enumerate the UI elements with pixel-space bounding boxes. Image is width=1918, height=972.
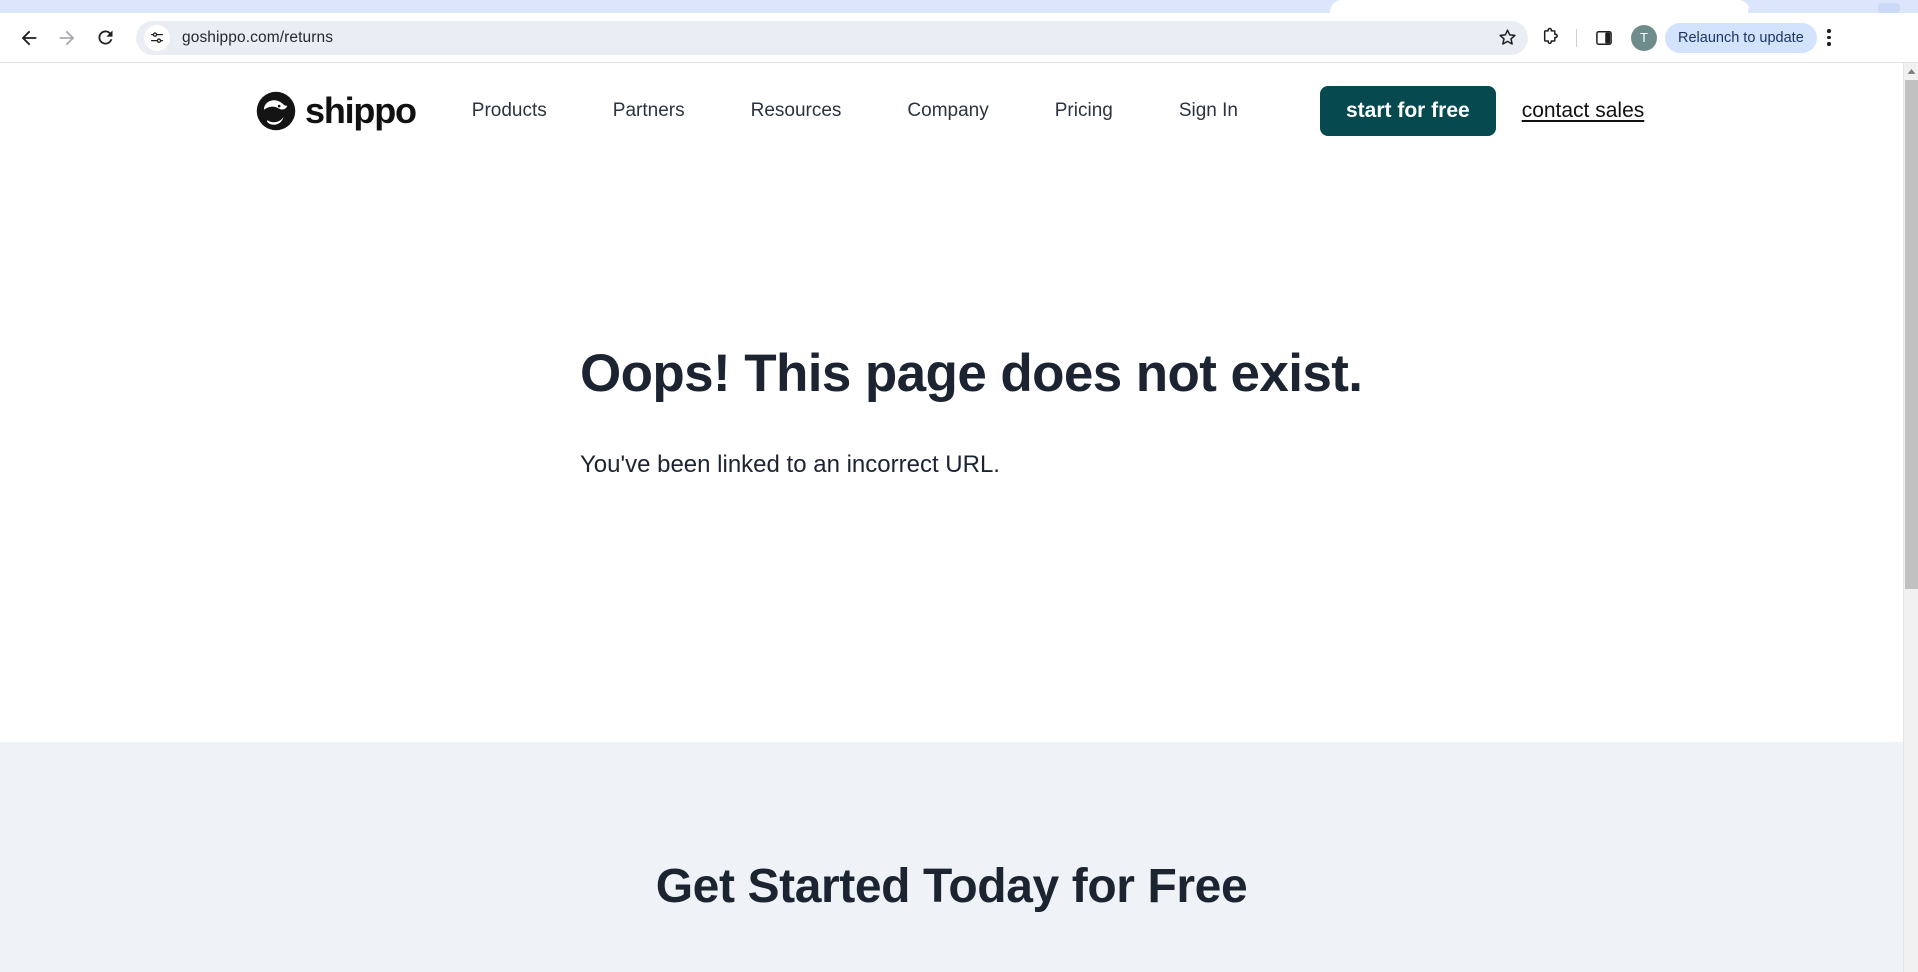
logo-wordmark: shippo [305, 90, 417, 131]
back-button[interactable] [10, 19, 48, 57]
star-icon [1498, 29, 1516, 45]
page-scrollbar[interactable] [1903, 63, 1918, 972]
nav-item-company[interactable]: Company [907, 92, 988, 130]
site-navigation: Products Partners Resources Company Pric… [472, 92, 1238, 130]
header-cta-group: start for free contact sales [1319, 86, 1645, 136]
address-bar[interactable]: goshippo.com/returns [136, 20, 1528, 55]
toolbar-divider [1576, 28, 1577, 47]
puzzle-piece-icon [1543, 27, 1558, 45]
arrow-left-icon [21, 30, 37, 45]
site-settings-button[interactable] [144, 24, 170, 51]
error-hero-section: Oops! This page does not exist. You've b… [0, 159, 1903, 479]
scrollbar-thumb[interactable] [1905, 80, 1918, 589]
profile-avatar[interactable]: T [1631, 24, 1657, 51]
start-for-free-button[interactable]: start for free [1319, 86, 1496, 136]
nav-item-partners[interactable]: Partners [613, 92, 685, 130]
forward-button[interactable] [48, 19, 86, 57]
bookmark-button[interactable] [1486, 21, 1528, 55]
tune-sliders-icon [151, 31, 163, 43]
menu-dot [1827, 35, 1831, 40]
menu-dot [1827, 29, 1831, 33]
contact-sales-link[interactable]: contact sales [1522, 99, 1645, 123]
browser-window: goshippo.com/returns T Relaunch to updat… [0, 0, 1918, 972]
tab-inactive-left[interactable] [1255, 0, 1335, 13]
side-panel-icon [1596, 30, 1612, 45]
nav-item-products[interactable]: Products [472, 92, 547, 130]
url-text[interactable]: goshippo.com/returns [182, 29, 333, 47]
side-panel-button[interactable] [1586, 20, 1622, 56]
page-viewport: shippo Products Partners Resources Compa… [0, 62, 1918, 972]
caret-up-icon [1907, 69, 1915, 74]
nav-item-sign-in[interactable]: Sign In [1179, 92, 1238, 130]
tab-active[interactable] [1330, 0, 1750, 13]
site-header: shippo Products Partners Resources Compa… [0, 63, 1903, 159]
page-title: Oops! This page does not exist. [580, 344, 1363, 403]
web-page: shippo Products Partners Resources Compa… [0, 63, 1903, 972]
page-subtitle: You've been linked to an incorrect URL. [580, 451, 1000, 479]
tab-strip [0, 0, 1918, 13]
extensions-button[interactable] [1531, 20, 1567, 56]
relaunch-to-update-button[interactable]: Relaunch to update [1665, 22, 1817, 53]
nav-item-resources[interactable]: Resources [751, 92, 842, 130]
menu-dot [1827, 42, 1831, 46]
band-title: Get Started Today for Free [655, 860, 1248, 913]
new-tab-button[interactable] [1878, 3, 1900, 13]
reload-icon [97, 30, 112, 45]
nav-item-pricing[interactable]: Pricing [1055, 92, 1113, 130]
scroll-up-button[interactable] [1904, 63, 1918, 80]
get-started-band: Get Started Today for Free [0, 742, 1903, 972]
arrow-right-icon [59, 30, 75, 45]
browser-menu-button[interactable] [1815, 21, 1843, 55]
browser-toolbar: goshippo.com/returns T Relaunch to updat… [0, 13, 1918, 62]
hippo-circle-icon [256, 91, 296, 131]
reload-button[interactable] [86, 19, 124, 57]
site-logo[interactable]: shippo [255, 90, 417, 132]
